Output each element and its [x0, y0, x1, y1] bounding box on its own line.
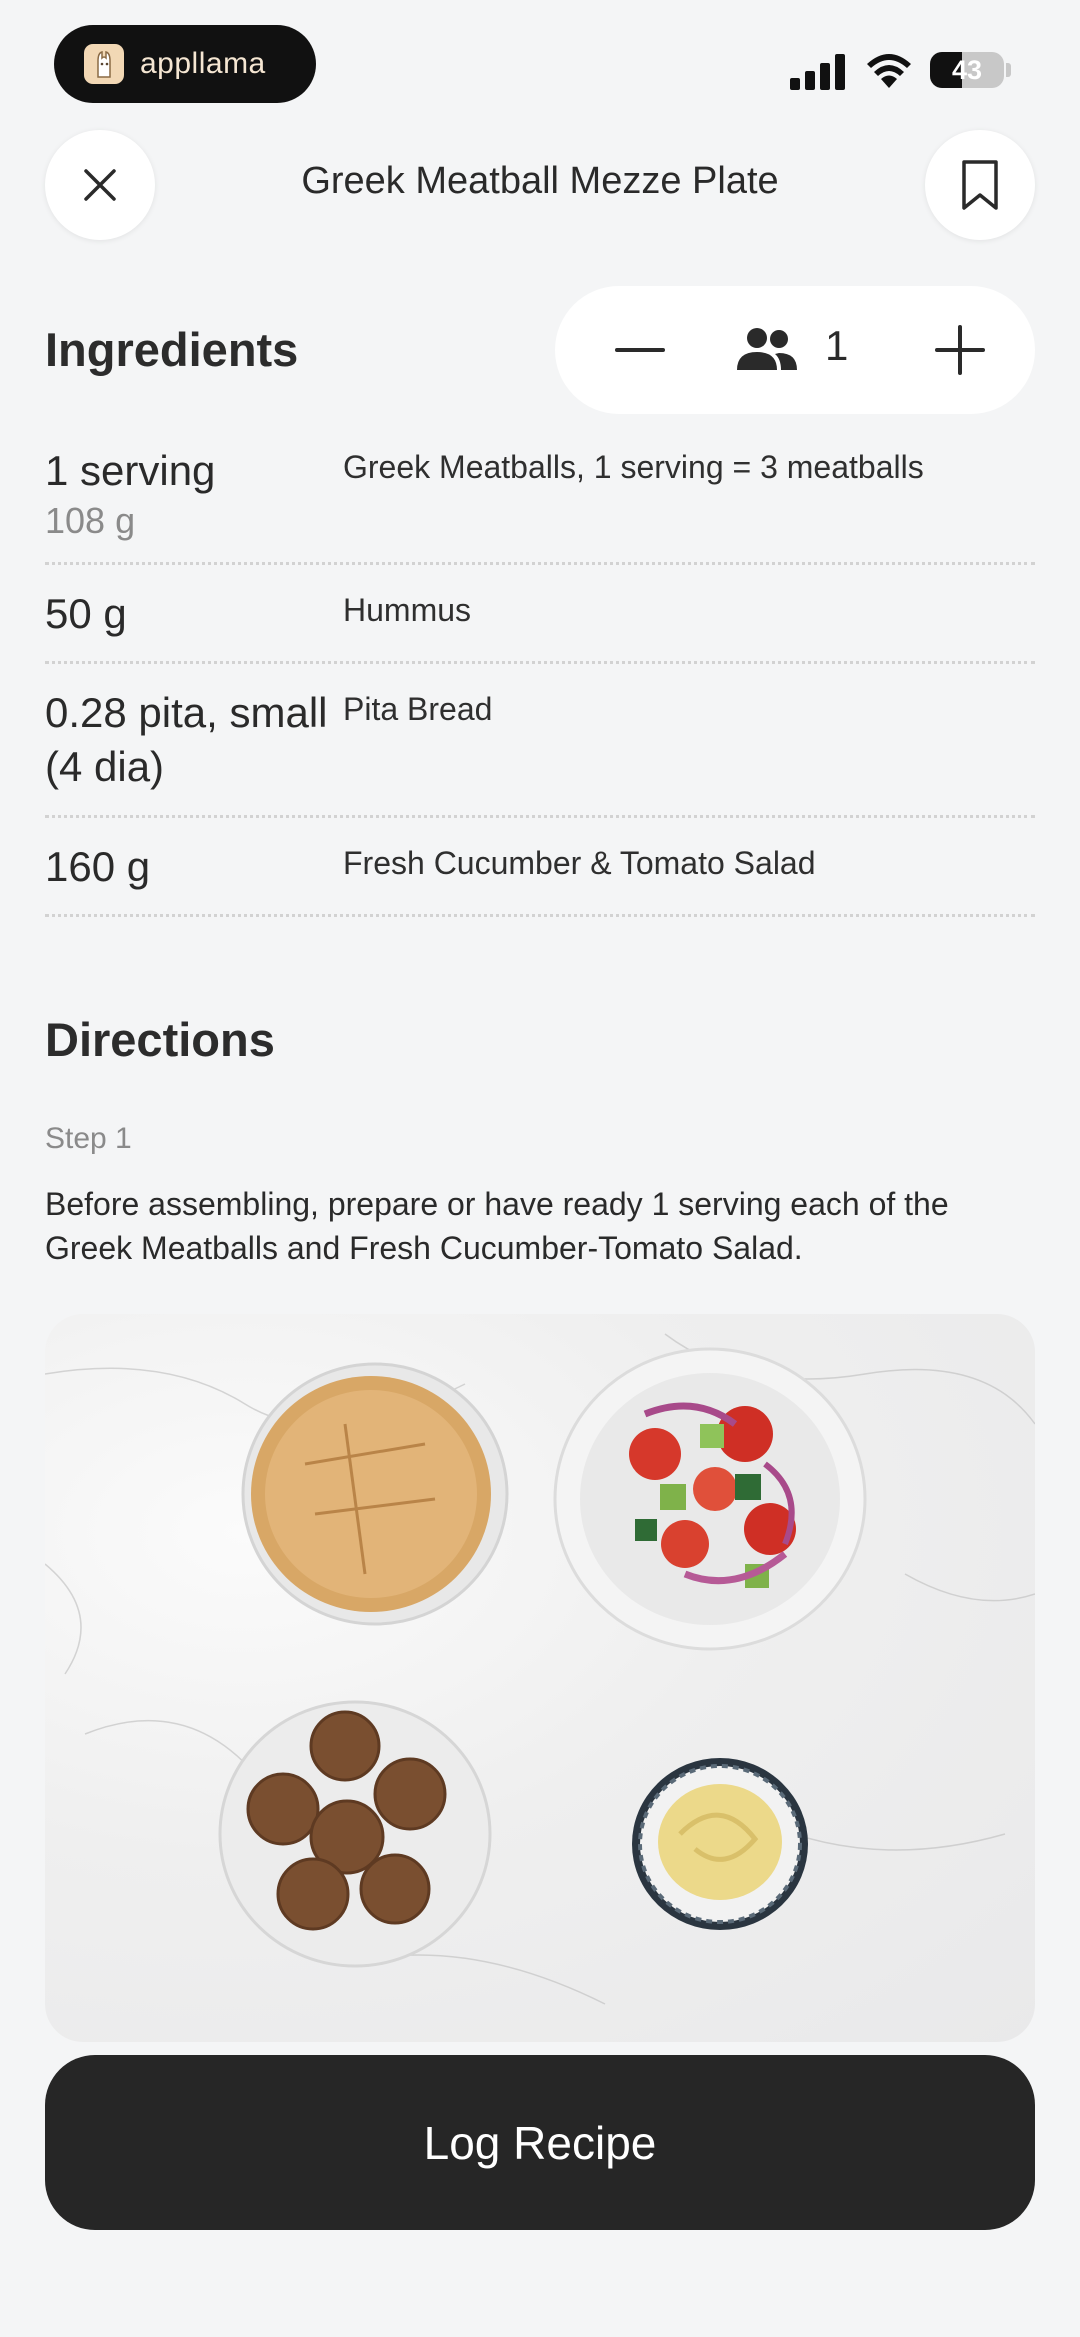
servings-stepper: 1	[555, 286, 1035, 414]
ingredient-name: Greek Meatballs, 1 serving = 3 meatballs	[343, 449, 924, 485]
ingredient-weight: 108 g	[45, 500, 136, 541]
close-icon	[84, 169, 116, 201]
quantity-text: 1 serving	[45, 447, 216, 494]
increase-servings-button[interactable]	[930, 320, 990, 380]
battery-level: 43	[951, 55, 983, 85]
ingredient-row[interactable]: 160 g Fresh Cucumber & Tomato Salad	[45, 820, 1035, 917]
ingredients-heading: Ingredients	[45, 323, 299, 376]
wifi-icon	[867, 54, 911, 88]
directions-heading: Directions	[45, 1013, 275, 1066]
ingredient-quantity: 1 serving 108 g	[45, 444, 335, 544]
recipe-photo	[45, 1314, 1035, 2042]
ingredient-name: Fresh Cucumber & Tomato Salad	[343, 845, 816, 881]
ingredient-quantity: 0.28 pita, small (4 dia)	[45, 689, 328, 790]
page-title: Greek Meatball Mezze Plate	[301, 160, 779, 202]
ingredient-row[interactable]: 0.28 pita, small (4 dia) Pita Bread	[45, 666, 1035, 818]
cellular-signal-icon	[790, 54, 845, 90]
log-recipe-button[interactable]: Log Recipe	[45, 2055, 1035, 2230]
minus-icon	[615, 348, 665, 352]
people-icon	[737, 328, 797, 370]
bookmark-button[interactable]	[925, 130, 1035, 240]
battery-icon: 43	[930, 52, 1004, 88]
ingredient-quantity: 50 g	[45, 590, 127, 637]
ingredient-quantity: 160 g	[45, 843, 151, 890]
step-text: Before assembling, prepare or have ready…	[45, 1186, 949, 1266]
plus-icon	[935, 325, 985, 375]
step-label: Step 1	[45, 1122, 132, 1155]
decrease-servings-button[interactable]	[610, 320, 670, 380]
ingredient-name: Hummus	[343, 592, 472, 628]
ingredient-row[interactable]: 1 serving 108 g Greek Meatballs, 1 servi…	[45, 440, 1035, 565]
status-bar: appllama 43	[0, 0, 1080, 130]
app-indicator-pill[interactable]: appllama	[54, 25, 316, 103]
ingredient-row[interactable]: 50 g Hummus	[45, 567, 1035, 664]
servings-count: 1	[825, 322, 849, 369]
ingredient-name: Pita Bread	[343, 691, 493, 727]
close-button[interactable]	[45, 130, 155, 240]
app-name: appllama	[140, 47, 266, 80]
battery-cap	[1006, 63, 1011, 77]
llama-logo-icon	[84, 44, 124, 84]
bookmark-icon	[962, 160, 998, 210]
mezze-plate-illustration	[45, 1333, 1035, 2005]
